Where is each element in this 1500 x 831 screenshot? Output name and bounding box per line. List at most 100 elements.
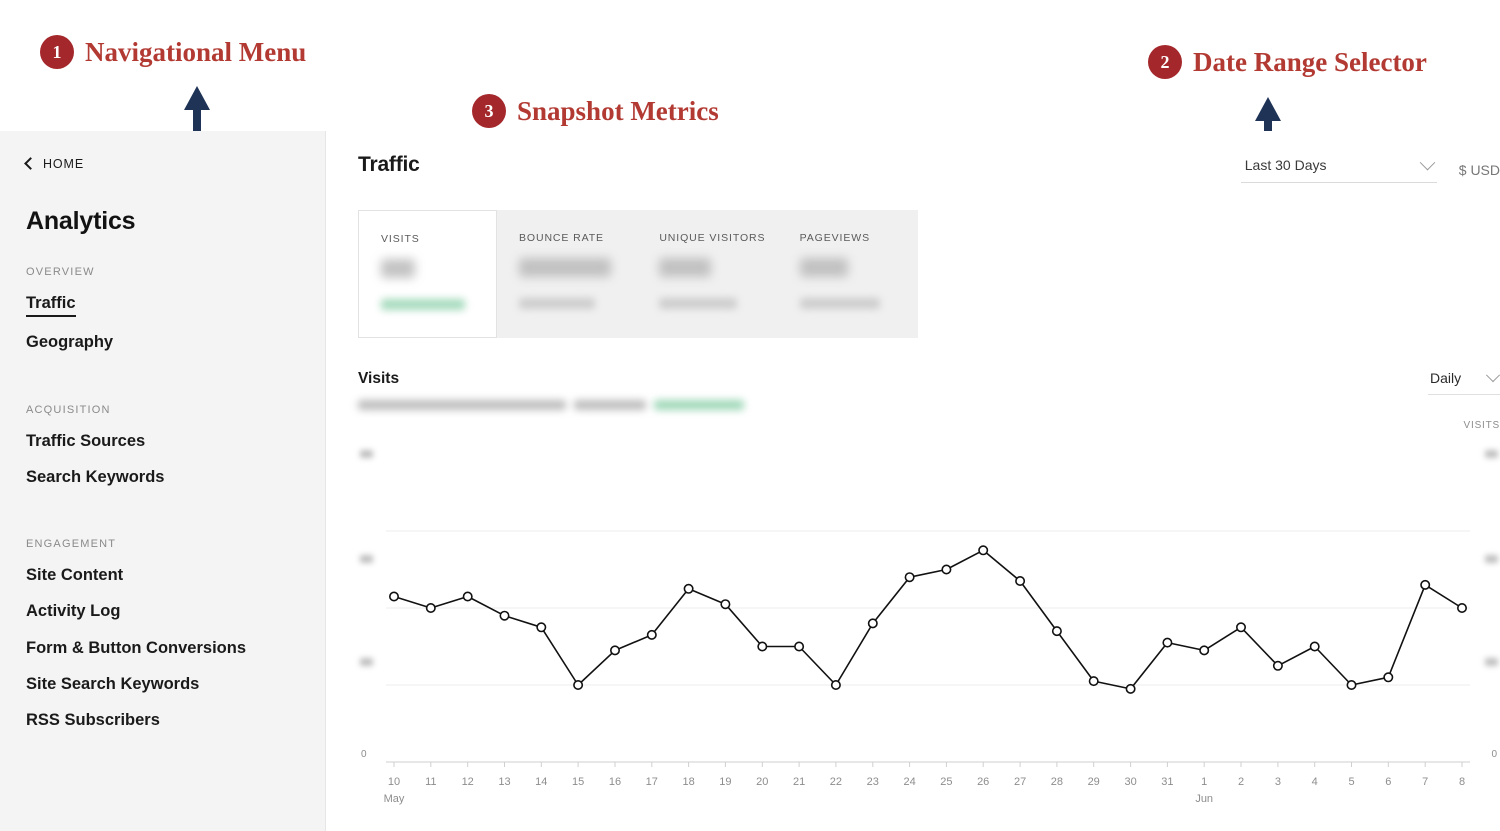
x-tick-label: 20	[756, 776, 769, 788]
x-tick-label: 13	[498, 776, 511, 788]
x-tick-label: 22	[829, 776, 843, 788]
nav-group-acquisition: ACQUISITION Traffic Sources Search Keywo…	[26, 404, 325, 503]
x-tick-label: 23	[866, 776, 879, 788]
x-tick-label: 21	[792, 776, 806, 788]
metric-value-unique-visitors	[659, 258, 712, 277]
metric-label-visits: VISITS	[381, 233, 420, 245]
x-month-label: Jun	[1195, 793, 1214, 805]
chart-subtitle-total	[574, 400, 646, 410]
x-tick-label: 30	[1124, 776, 1137, 788]
sidebar-item-site-search-keywords[interactable]: Site Search Keywords	[26, 673, 199, 695]
chart-subtitle-delta	[654, 400, 744, 410]
annotation-1: 1 Navigational Menu	[40, 35, 306, 69]
x-month-label: May	[383, 793, 405, 805]
y-tick-blur-left-2	[360, 555, 373, 563]
date-range-selector: Last 30 Days $ USD	[1240, 154, 1500, 183]
y-tick-blur-right-3	[1485, 450, 1498, 458]
metric-delta-visits	[381, 299, 465, 310]
sidebar-item-traffic-sources[interactable]: Traffic Sources	[26, 430, 145, 452]
metric-card-bounce-rate[interactable]: BOUNCE RATE	[497, 210, 637, 338]
sidebar-item-rss-subscribers[interactable]: RSS Subscribers	[26, 709, 160, 731]
metric-delta-unique-visitors	[659, 298, 738, 309]
metric-delta-bounce-rate	[519, 298, 595, 309]
metric-value-bounce-rate	[519, 258, 611, 277]
x-tick-label: 25	[940, 776, 953, 788]
sidebar-item-traffic[interactable]: Traffic	[26, 292, 76, 318]
annotation-1-label: Navigational Menu	[85, 36, 307, 67]
annotation-1-arrow	[184, 86, 210, 136]
metric-label-bounce-rate: BOUNCE RATE	[519, 232, 604, 244]
x-tick-label: 7	[1422, 776, 1429, 788]
navigational-menu: HOME Analytics OVERVIEW Traffic Geograph…	[0, 131, 326, 831]
x-tick-label: 2	[1237, 776, 1245, 788]
metric-value-pageviews	[799, 258, 848, 277]
chart-header: Visits Daily	[358, 368, 1500, 410]
x-tick-label: 15	[571, 776, 585, 788]
main-header: Traffic Last 30 Days $ USD	[358, 153, 1500, 183]
x-tick-label: 8	[1458, 776, 1466, 788]
annotation-2: 2 Date Range Selector	[1148, 45, 1427, 79]
granularity-value: Daily	[1430, 370, 1462, 386]
sidebar-item-activity-log[interactable]: Activity Log	[26, 600, 120, 622]
metric-card-visits[interactable]: VISITS	[358, 210, 497, 338]
y-tick-blur-right-2	[1485, 555, 1498, 563]
y-tick-blur-right-1	[1485, 658, 1498, 666]
y-tick-blur-left-3	[360, 450, 373, 458]
x-tick-label: 26	[977, 776, 990, 788]
metric-value-visits	[381, 259, 415, 278]
x-tick-label: 3	[1274, 776, 1281, 788]
home-label: HOME	[43, 157, 85, 171]
x-tick-label: 31	[1161, 776, 1174, 788]
chevron-left-icon	[24, 157, 37, 170]
annotation-2-badge: 2	[1148, 45, 1182, 79]
chart-x-axis-labels: 10 11 12 13 14 15 16 17 18 19 20 21 22 23 24 25 26 27 28 29…	[358, 776, 1500, 820]
x-tick-label: 14	[535, 776, 548, 788]
chevron-down-icon	[1485, 368, 1500, 383]
sidebar-item-form-button-conversions[interactable]: Form & Button Conversions	[26, 637, 246, 659]
nav-group-label-acquisition: ACQUISITION	[26, 403, 111, 416]
x-tick-label: 28	[1050, 776, 1064, 788]
x-tick-label: 5	[1348, 776, 1355, 788]
main-content: Traffic Last 30 Days $ USD VISITS BOUNCE…	[326, 131, 1500, 831]
metric-label-pageviews: PAGEVIEWS	[799, 232, 870, 244]
chart-subtitle	[358, 400, 744, 410]
x-tick-label: 18	[682, 776, 695, 788]
x-tick-label: 19	[719, 776, 732, 788]
y-tick-zero-right: 0	[1491, 749, 1497, 760]
page-title: Traffic	[358, 153, 420, 176]
chart-axis-unit: VISITS	[1463, 420, 1500, 431]
metric-card-pageviews[interactable]: PAGEVIEWS	[778, 210, 918, 338]
nav-group-label-engagement: ENGAGEMENT	[26, 538, 117, 551]
sidebar-item-site-content[interactable]: Site Content	[26, 564, 123, 586]
nav-group-engagement: ENGAGEMENT Site Content Activity Log For…	[26, 538, 325, 745]
sidebar-item-search-keywords[interactable]: Search Keywords	[26, 466, 164, 488]
annotation-1-badge: 1	[40, 35, 74, 69]
x-tick-label: 10	[387, 776, 401, 788]
date-range-dropdown[interactable]: Last 30 Days	[1240, 154, 1437, 183]
x-tick-label: 29	[1087, 776, 1100, 788]
annotation-2-label: Date Range Selector	[1193, 46, 1427, 77]
x-tick-label: 24	[903, 776, 916, 788]
metric-delta-pageviews	[799, 298, 880, 309]
x-tick-label: 12	[461, 776, 474, 788]
chart-plot-area: 0 0	[358, 444, 1500, 774]
visits-line-chart	[386, 530, 1470, 767]
annotation-3-badge: 3	[472, 94, 506, 128]
annotation-3: 3 Snapshot Metrics	[472, 94, 719, 128]
home-back-link[interactable]: HOME	[24, 157, 325, 171]
x-tick-label: 6	[1385, 776, 1392, 788]
sidebar-item-geography[interactable]: Geography	[26, 331, 113, 353]
metric-label-unique-visitors: UNIQUE VISITORS	[659, 232, 766, 244]
date-range-value: Last 30 Days	[1244, 157, 1327, 173]
metric-card-unique-visitors[interactable]: UNIQUE VISITORS	[637, 210, 777, 338]
annotation-3-label: Snapshot Metrics	[517, 95, 719, 126]
chevron-down-icon	[1419, 154, 1436, 170]
analytics-app: HOME Analytics OVERVIEW Traffic Geograph…	[0, 131, 1500, 831]
x-tick-label: 4	[1311, 776, 1318, 788]
x-tick-label: 27	[1013, 776, 1027, 788]
app-title: Analytics	[26, 207, 136, 235]
y-tick-blur-left-1	[360, 658, 373, 666]
granularity-dropdown[interactable]: Daily	[1428, 368, 1500, 395]
data-graph-visits: Visits Daily VISITS 0 0 10 11 12 13 14 1…	[358, 368, 1500, 820]
x-tick-label: 17	[645, 776, 658, 788]
